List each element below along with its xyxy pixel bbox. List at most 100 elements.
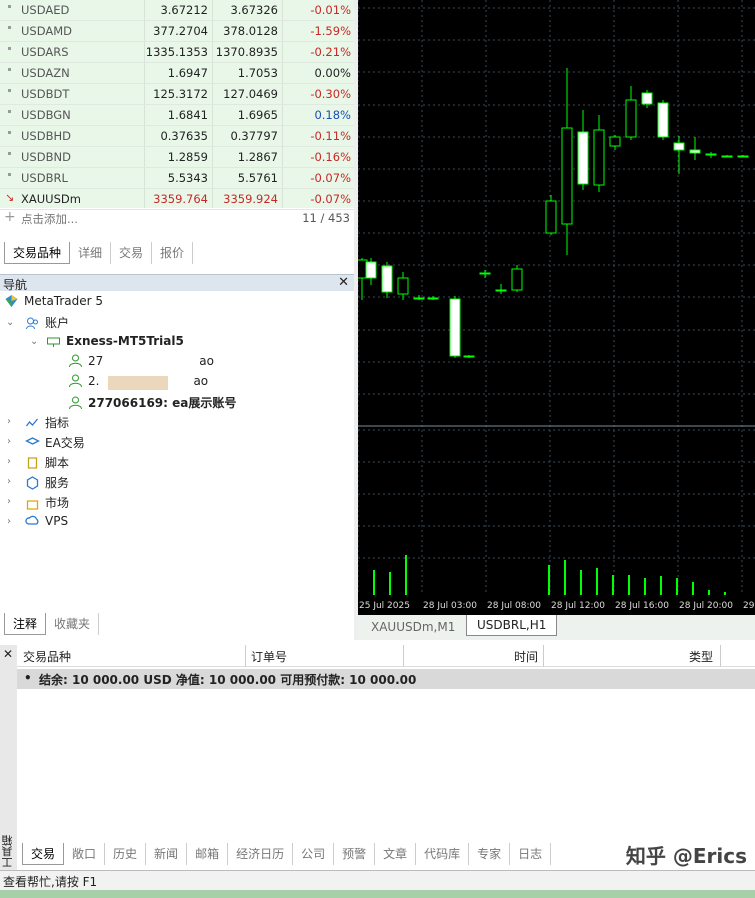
symbol-dot-icon (8, 47, 11, 50)
chevron-down-icon[interactable]: ⌄ (30, 336, 38, 347)
tree-server[interactable]: Exness-MT5Trial5 (46, 334, 184, 352)
symbol-name: USDBND (21, 150, 71, 164)
tab-toolbox[interactable]: 日志 (510, 843, 552, 865)
chevron-right-icon[interactable]: › (7, 456, 11, 467)
status-bar: 查看帮忙,请按 F1 (0, 870, 755, 890)
toolbox-sidebar: ✕ 工具箱 (0, 645, 17, 870)
candle-body (365, 261, 377, 279)
tab-ticks[interactable]: 报价 (152, 242, 194, 264)
chevron-right-icon[interactable]: › (7, 496, 11, 507)
candle-body (545, 200, 557, 234)
time-tick-label: 29 (743, 601, 755, 611)
chevron-right-icon[interactable]: › (7, 436, 11, 447)
symbol-dot-icon (8, 131, 11, 134)
symbol-name: USDBGN (21, 108, 71, 122)
symbol-row[interactable]: USDARS 1335.1353 1370.8935 -0.21% (0, 42, 358, 63)
symbol-dot-icon (8, 110, 11, 113)
tab-toolbox[interactable]: 敞口 (64, 843, 106, 865)
tree-root[interactable]: MetaTrader 5 (4, 294, 103, 312)
candle-body (413, 297, 425, 300)
account-2-name: ao (193, 374, 209, 388)
symbol-row[interactable]: USDBRL 5.5343 5.5761 -0.07% (0, 168, 358, 189)
tab-toolbox[interactable]: 代码库 (416, 843, 470, 865)
symbol-count: 11 / 453 (302, 211, 350, 225)
tree-item[interactable]: 指标 (25, 414, 69, 432)
change-value: -0.01% (310, 3, 351, 17)
chevron-right-icon[interactable]: › (7, 476, 11, 487)
symbol-row[interactable]: USDAMD 377.2704 378.0128 -1.59% (0, 21, 358, 42)
candle-body (625, 99, 637, 138)
col-time[interactable]: 时间 (514, 648, 538, 665)
candle-body (609, 136, 621, 147)
candle-body (577, 131, 589, 185)
tab-toolbox[interactable]: 预警 (334, 843, 376, 865)
tab-toolbox[interactable]: 邮箱 (187, 843, 229, 865)
tree-item[interactable]: 脚本 (25, 454, 69, 472)
symbol-row[interactable]: USDBHD 0.37635 0.37797 -0.11% (0, 126, 358, 147)
user-icon (69, 354, 82, 368)
tree-item[interactable]: VPS (25, 514, 68, 532)
symbol-row[interactable]: USDAED 3.67212 3.67326 -0.01% (0, 0, 358, 21)
col-symbol[interactable]: 交易品种 (23, 648, 71, 665)
tab-toolbox[interactable]: 交易 (22, 843, 65, 865)
tab-toolbox[interactable]: 专家 (469, 843, 511, 865)
tab-chart-xauusd[interactable]: XAUUSDm,M1 (371, 620, 455, 634)
tree-account-3[interactable]: 277066169: ea展示账号 (68, 394, 236, 412)
navigator-title: 导航 (3, 278, 28, 292)
symbol-dot-icon (8, 68, 11, 71)
symbol-row[interactable]: USDBGN 1.6841 1.6965 0.18% (0, 105, 358, 126)
bid-value: 1.6841 (167, 108, 208, 122)
tab-details[interactable]: 详细 (70, 242, 112, 264)
tab-notes[interactable]: 注释 (4, 613, 47, 635)
symbol-name: USDBDT (21, 87, 70, 101)
market-icon (26, 500, 39, 510)
trend-down-icon: ↘ (5, 191, 15, 204)
ask-value: 0.37797 (230, 129, 278, 143)
tab-trading[interactable]: 交易 (111, 242, 153, 264)
close-icon[interactable]: ✕ (3, 647, 13, 661)
change-value: -0.07% (310, 171, 351, 185)
close-icon[interactable]: ✕ (338, 275, 349, 290)
symbol-row[interactable]: USDBND 1.2859 1.2867 -0.16% (0, 147, 358, 168)
candle-body (495, 289, 507, 292)
change-value: -0.07% (310, 192, 351, 206)
time-tick-label: 28 Jul 12:00 (551, 601, 605, 611)
chevron-right-icon[interactable]: › (7, 416, 11, 427)
symbol-name: USDARS (21, 45, 69, 59)
root-label: MetaTrader 5 (24, 294, 104, 308)
tree-item[interactable]: 服务 (25, 474, 69, 492)
price-chart[interactable]: 25 Jul 2025 28 Jul 03:00 28 Jul 08:00 28 Ju… (358, 0, 755, 615)
tab-chart-usdbrl[interactable]: USDBRL,H1 (466, 615, 558, 636)
symbol-dot-icon (8, 26, 11, 29)
symbol-row[interactable]: ↘ XAUUSDm 3359.764 3359.924 -0.07% (0, 189, 358, 210)
server-label: Exness-MT5Trial5 (66, 334, 184, 348)
tab-toolbox[interactable]: 历史 (105, 843, 147, 865)
tab-favorites[interactable]: 收藏夹 (46, 613, 100, 635)
tab-toolbox[interactable]: 经济日历 (228, 843, 294, 865)
tree-item[interactable]: 市场 (25, 494, 69, 512)
tab-symbols[interactable]: 交易品种 (4, 242, 71, 264)
balance-row[interactable]: • 结余: 10 000.00 USD 净值: 10 000.00 可用预付款:… (17, 669, 755, 689)
account-2-id: 2. (88, 374, 100, 388)
symbol-row[interactable]: USDAZN 1.6947 1.7053 0.00% (0, 63, 358, 84)
ask-value: 5.5761 (237, 171, 278, 185)
col-ticket[interactable]: 订单号 (251, 648, 287, 665)
script-icon (27, 457, 38, 469)
change-value: -1.59% (310, 24, 351, 38)
market-watch-tabs: 交易品种 详细 交易 报价 (4, 242, 194, 264)
col-type[interactable]: 类型 (689, 648, 713, 665)
chevron-right-icon[interactable]: › (7, 516, 11, 527)
tab-toolbox[interactable]: 新闻 (146, 843, 188, 865)
symbol-row[interactable]: USDBDT 125.3172 127.0469 -0.30% (0, 84, 358, 105)
ask-value: 1370.8935 (215, 45, 278, 59)
chart-canvas: 25 Jul 2025 28 Jul 03:00 28 Jul 08:00 28 Ju… (358, 0, 755, 615)
tree-item-label: 服务 (45, 476, 70, 490)
tree-account-1[interactable]: 27 ao (68, 354, 214, 372)
tree-item[interactable]: EA交易 (25, 434, 85, 452)
tree-accounts[interactable]: 账户 (25, 314, 69, 332)
tab-toolbox[interactable]: 公司 (293, 843, 335, 865)
tree-item-label: 市场 (45, 496, 70, 510)
add-symbol-row[interactable]: + 点击添加... 11 / 453 (0, 208, 358, 229)
chevron-down-icon[interactable]: ⌄ (6, 317, 14, 328)
tab-toolbox[interactable]: 文章 (375, 843, 417, 865)
